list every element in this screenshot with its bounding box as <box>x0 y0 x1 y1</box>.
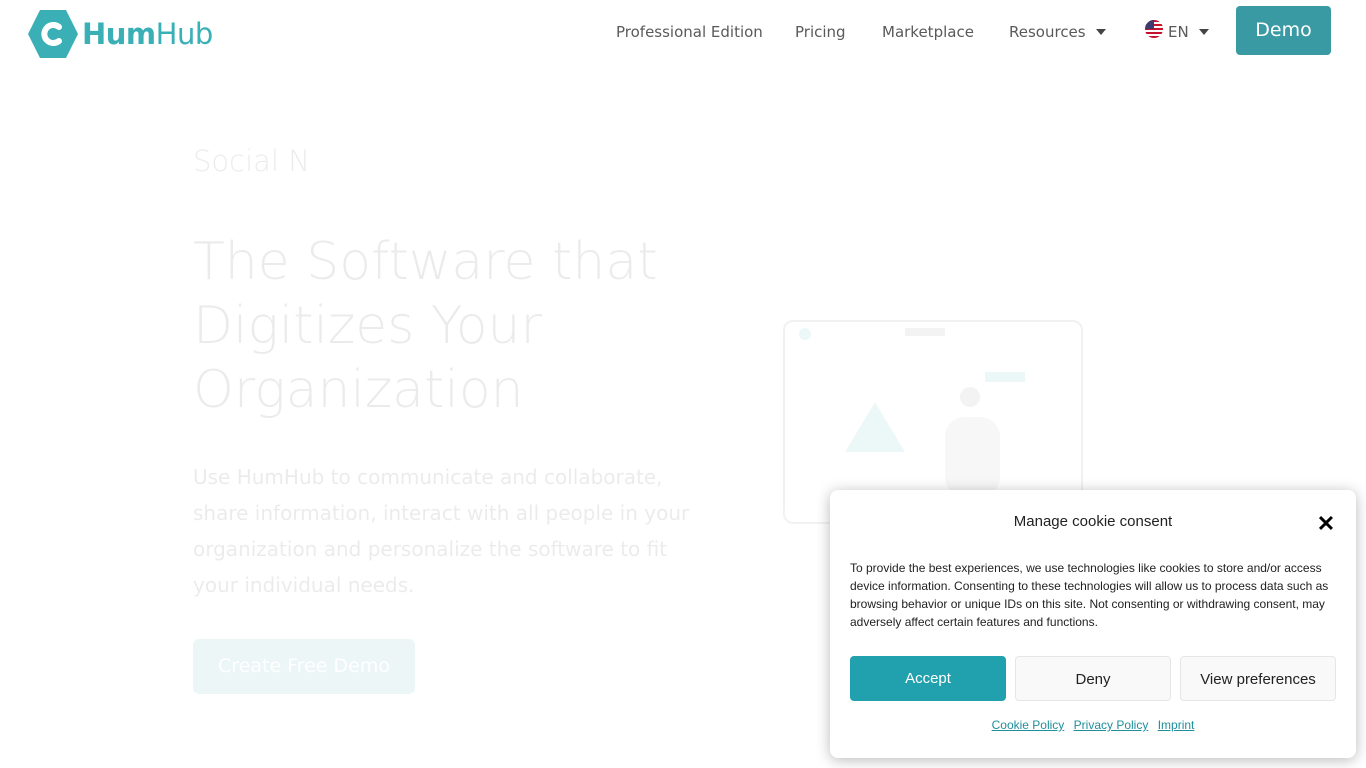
cookie-policy-link[interactable]: Cookie Policy <box>992 718 1065 732</box>
nav-resources[interactable]: Resources <box>1009 20 1106 44</box>
chevron-down-icon <box>1095 28 1106 35</box>
nav-professional-edition[interactable]: Professional Edition <box>616 20 763 44</box>
cookie-dialog-text: To provide the best experiences, we use … <box>850 561 1329 629</box>
privacy-policy-link[interactable]: Privacy Policy <box>1074 718 1149 732</box>
nav-pricing[interactable]: Pricing <box>795 20 846 44</box>
language-label: EN <box>1168 23 1189 41</box>
cookie-links: Cookie Policy Privacy Policy Imprint <box>830 718 1356 732</box>
create-demo-button[interactable]: Create Free Demo <box>193 639 415 694</box>
hero-eyebrow: Social N <box>193 144 310 178</box>
cookie-dialog-title: Manage cookie consent <box>1013 513 1173 530</box>
hero-title: The Software that Digitizes Your Organiz… <box>193 232 658 420</box>
nav-resources-label: Resources <box>1009 23 1086 41</box>
accept-button[interactable]: Accept <box>850 656 1006 701</box>
language-selector[interactable]: EN <box>1168 20 1209 44</box>
cookie-consent-dialog: Manage cookie consent ✕ To provide the b… <box>830 490 1356 758</box>
imprint-link[interactable]: Imprint <box>1158 718 1195 732</box>
us-flag-icon <box>1145 20 1163 38</box>
deny-button[interactable]: Deny <box>1015 656 1171 701</box>
nav-marketplace[interactable]: Marketplace <box>882 20 974 44</box>
view-preferences-button[interactable]: View preferences <box>1180 656 1336 701</box>
close-icon[interactable]: ✕ <box>1314 512 1338 536</box>
main-nav: Professional Edition Pricing Marketplace… <box>0 0 1366 66</box>
demo-button[interactable]: Demo <box>1236 6 1331 55</box>
site-header: HumHub Professional Edition Pricing Mark… <box>0 0 1366 66</box>
chevron-down-icon <box>1198 28 1209 35</box>
hero-description: Use HumHub to communicate and collaborat… <box>193 465 690 597</box>
